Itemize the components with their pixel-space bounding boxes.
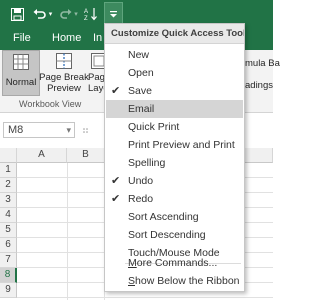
menu-item-label: New <box>128 49 150 61</box>
normal-view-label: Normal <box>5 77 37 88</box>
menu-item-sort-ascending[interactable]: Sort Ascending <box>106 208 243 226</box>
save-icon[interactable] <box>9 5 25 23</box>
tab-file[interactable]: File <box>13 32 31 44</box>
menu-item-label: Undo <box>128 175 154 187</box>
check-icon: ✔ <box>111 85 121 97</box>
redo-icon[interactable] <box>60 5 72 23</box>
menu-item-label: Open <box>128 67 154 79</box>
menu-item-quick-print[interactable]: Quick Print <box>106 118 243 136</box>
row-header-1[interactable]: 1 <box>0 163 17 178</box>
normal-view-icon <box>13 54 29 70</box>
check-icon: ✔ <box>111 175 121 187</box>
chevron-down-icon[interactable]: ▾ <box>66 123 71 137</box>
row-header-6[interactable]: 6 <box>0 238 17 253</box>
page-layout-label-2: Layo <box>88 83 104 94</box>
page-layout-button[interactable]: Pag Layo <box>88 50 104 96</box>
column-header-b[interactable]: B <box>67 148 105 163</box>
access-key: S <box>128 275 136 287</box>
menu-item-print-preview[interactable]: Print Preview and Print <box>106 136 243 154</box>
select-all-corner[interactable] <box>0 148 17 163</box>
workbook-view-group-label: Workbook View <box>19 99 82 109</box>
menu-item-label: Email <box>128 103 155 115</box>
menu-item-email[interactable]: Email <box>106 100 243 118</box>
page-break-icon <box>56 53 72 69</box>
menu-item-show-below-ribbon[interactable]: Show Below the Ribbon <box>106 272 243 290</box>
tab-insert[interactable]: In <box>93 32 102 44</box>
menu-item-label: Save <box>128 85 152 97</box>
resize-dots-icon[interactable] <box>82 127 92 135</box>
page-break-label-2: Preview <box>47 83 81 94</box>
row-header-7[interactable]: 7 <box>0 253 17 268</box>
menu-item-label: Spelling <box>128 157 166 169</box>
normal-view-button[interactable]: Normal <box>2 50 40 96</box>
sort-icon[interactable]: AZ <box>84 5 98 23</box>
svg-text:A: A <box>84 9 88 15</box>
menu-item-label: Quick Print <box>128 121 180 133</box>
row-header-8[interactable]: 8 <box>0 268 17 283</box>
menu-item-open[interactable]: Open <box>106 64 243 82</box>
page-layout-label-1: Pag <box>88 72 104 83</box>
svg-text:Z: Z <box>84 16 88 21</box>
row-header-4[interactable]: 4 <box>0 208 17 223</box>
undo-icon[interactable] <box>32 5 46 23</box>
gridline <box>67 163 68 300</box>
menu-item-spelling[interactable]: Spelling <box>106 154 243 172</box>
menu-item-new[interactable]: New <box>106 46 243 64</box>
menu-item-redo[interactable]: ✔ Redo <box>106 190 243 208</box>
name-box[interactable]: M8 ▾ <box>3 122 75 138</box>
menu-item-undo[interactable]: ✔ Undo <box>106 172 243 190</box>
page-break-preview-button[interactable]: Page Break Preview <box>39 50 89 96</box>
page-break-label-1: Page Break <box>39 72 89 83</box>
menu-item-label: Sort Descending <box>128 229 206 241</box>
menu-item-label: Print Preview and Print <box>128 139 235 151</box>
menu-title: Customize Quick Access Toolbar <box>105 24 244 44</box>
formula-bar-option[interactable]: mula Ba <box>245 58 280 69</box>
menu-item-label: how Below the Ribbon <box>135 275 240 287</box>
row-header-3[interactable]: 3 <box>0 193 17 208</box>
page-layout-icon <box>91 53 104 69</box>
menu-item-more-commands[interactable]: More Commands... <box>106 254 243 272</box>
gridline <box>17 297 273 298</box>
menu-item-label: Redo <box>128 193 154 205</box>
row-header-2[interactable]: 2 <box>0 178 17 193</box>
name-box-value: M8 <box>8 124 24 136</box>
column-header-a[interactable]: A <box>17 148 67 163</box>
row-header-9[interactable]: 9 <box>0 283 17 298</box>
menu-item-sort-descending[interactable]: Sort Descending <box>106 226 243 244</box>
undo-dropdown-icon[interactable]: ▾ <box>46 5 55 23</box>
menu-item-save[interactable]: ✔ Save <box>106 82 243 100</box>
headings-option[interactable]: adings <box>245 80 273 91</box>
tab-home[interactable]: Home <box>52 32 81 44</box>
customize-dropdown-icon <box>110 11 117 18</box>
redo-dropdown-icon[interactable]: ▾ <box>72 5 80 23</box>
menu-item-label: Sort Ascending <box>128 211 199 223</box>
access-key: M <box>128 257 137 269</box>
check-icon: ✔ <box>111 193 121 205</box>
row-header-5[interactable]: 5 <box>0 223 17 238</box>
menu-item-label: ore Commands... <box>136 257 218 269</box>
customize-qat-menu: Customize Quick Access Toolbar New Open … <box>104 23 245 292</box>
